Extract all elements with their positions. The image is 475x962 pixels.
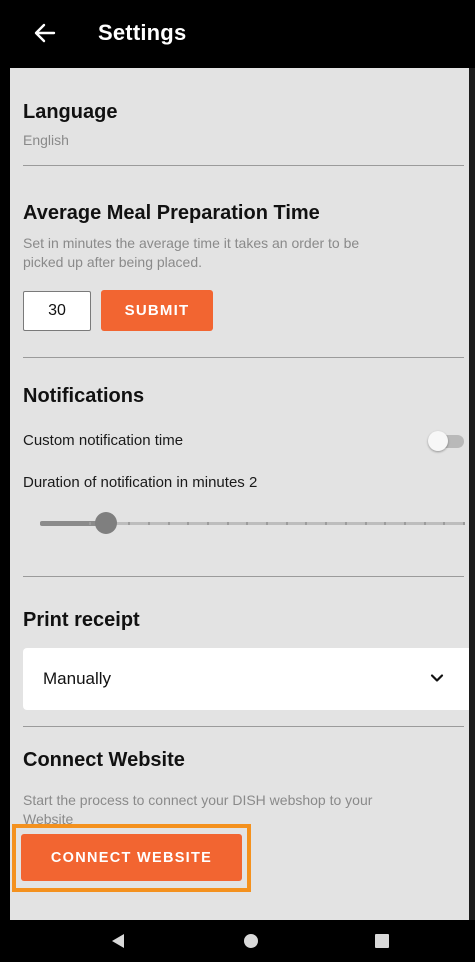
notifications-title: Notifications: [23, 385, 145, 407]
slider-tick: [423, 522, 426, 525]
page-title: Settings: [98, 20, 187, 45]
back-button[interactable]: [30, 18, 60, 48]
slider-tick: [266, 522, 268, 525]
custom-notification-time-toggle[interactable]: [426, 430, 466, 452]
divider: [23, 726, 464, 727]
system-nav-bar: [0, 920, 475, 962]
triangle-back-icon: [112, 934, 124, 948]
slider-tick: [206, 522, 209, 525]
divider: [23, 165, 464, 166]
slider-tick: [463, 522, 465, 525]
notification-duration-label: Duration of notification in minutes 2: [23, 474, 258, 491]
slider-knob[interactable]: [95, 512, 118, 534]
square-recents-icon: [375, 934, 389, 948]
arrow-left-icon: [34, 23, 56, 43]
slider-tick: [344, 522, 347, 525]
language-title: Language: [23, 101, 118, 123]
submit-button[interactable]: SUBMIT: [101, 290, 213, 331]
slider-tick: [226, 522, 229, 525]
edge-strip: [469, 68, 475, 920]
divider: [23, 357, 464, 358]
print-receipt-title: Print receipt: [23, 609, 140, 631]
connect-website-description-line: Start the process to connect your DISH w…: [23, 792, 373, 808]
slider-tick: [384, 522, 387, 525]
slider-tick: [364, 522, 367, 525]
connect-website-button[interactable]: CONNECT WEBSITE: [21, 834, 242, 881]
meal-prep-description: Set in minutes the average time it takes…: [23, 234, 359, 272]
slider-tick: [285, 522, 288, 525]
app-bar: Settings: [0, 0, 475, 68]
slider-tick: [325, 522, 328, 525]
print-receipt-selected-value: Manually: [43, 669, 112, 688]
slider-tick: [147, 522, 150, 525]
chevron-down-icon: [430, 674, 444, 682]
custom-notification-time-label: Custom notification time: [23, 432, 184, 449]
nav-back-button[interactable]: [108, 931, 128, 951]
slider-tick: [167, 522, 170, 525]
slider-tick: [128, 522, 131, 525]
divider: [23, 576, 464, 577]
language-value: English: [23, 132, 69, 148]
connect-website-title: Connect Website: [23, 749, 185, 771]
nav-recents-button[interactable]: [372, 931, 392, 951]
slider-tick: [187, 522, 190, 525]
slider-tick: [88, 522, 91, 525]
print-receipt-select[interactable]: Manually: [23, 648, 475, 710]
meal-prep-minutes-input[interactable]: 30: [23, 291, 91, 331]
notification-duration-slider[interactable]: [40, 508, 465, 538]
meal-prep-description-line: Set in minutes the average time it takes…: [23, 235, 360, 251]
slider-tick: [443, 522, 446, 525]
nav-home-button[interactable]: [241, 931, 261, 951]
circle-home-icon: [244, 934, 258, 948]
toggle-thumb: [428, 431, 448, 451]
slider-tick: [403, 522, 406, 525]
meal-prep-description-line: picked up after being placed.: [23, 254, 203, 270]
settings-content: Language English Average Meal Preparatio…: [10, 68, 475, 920]
slider-tick: [305, 522, 308, 525]
meal-prep-title: Average Meal Preparation Time: [23, 202, 320, 224]
slider-tick: [246, 522, 249, 525]
